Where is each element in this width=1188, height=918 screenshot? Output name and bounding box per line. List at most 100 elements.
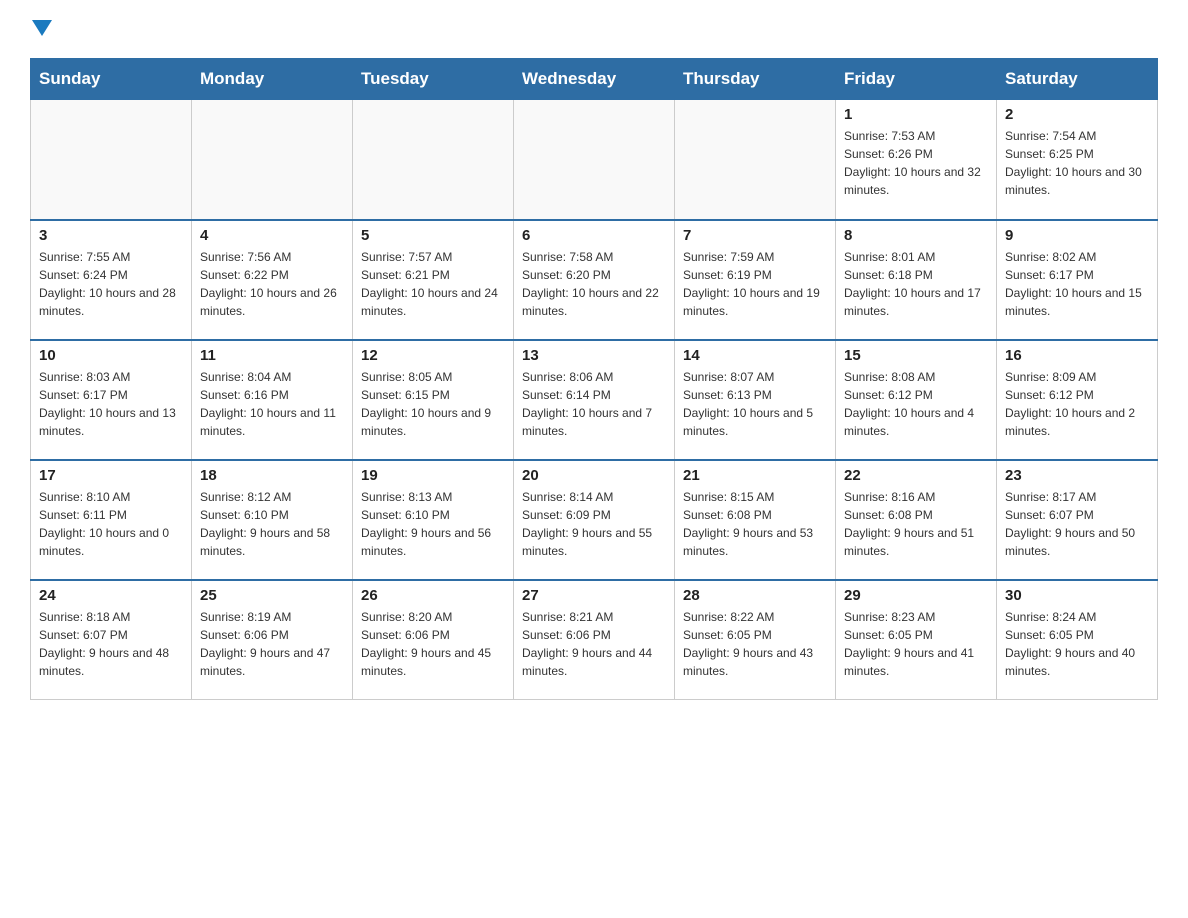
calendar-cell: 25 Sunrise: 8:19 AMSunset: 6:06 PMDayligh…: [192, 580, 353, 700]
calendar-cell: [675, 100, 836, 220]
day-header-wednesday: Wednesday: [514, 59, 675, 100]
cell-day-number: 1: [844, 106, 988, 123]
calendar-cell: 24 Sunrise: 8:18 AMSunset: 6:07 PMDayligh…: [31, 580, 192, 700]
cell-sun-info: Sunrise: 8:14 AMSunset: 6:09 PMDaylight:…: [522, 488, 666, 560]
calendar-cell: 26 Sunrise: 8:20 AMSunset: 6:06 PMDayligh…: [353, 580, 514, 700]
cell-sun-info: Sunrise: 7:58 AMSunset: 6:20 PMDaylight:…: [522, 248, 666, 320]
cell-sun-info: Sunrise: 8:03 AMSunset: 6:17 PMDaylight:…: [39, 368, 183, 440]
cell-sun-info: Sunrise: 8:05 AMSunset: 6:15 PMDaylight:…: [361, 368, 505, 440]
cell-sun-info: Sunrise: 8:18 AMSunset: 6:07 PMDaylight:…: [39, 608, 183, 680]
logo: [30, 20, 54, 40]
cell-sun-info: Sunrise: 8:06 AMSunset: 6:14 PMDaylight:…: [522, 368, 666, 440]
calendar-cell: 21Sunrise: 8:15 AMSunset: 6:08 PMDayligh…: [675, 460, 836, 580]
cell-day-number: 12: [361, 347, 505, 364]
calendar-cell: 11 Sunrise: 8:04 AMSunset: 6:16 PMDayligh…: [192, 340, 353, 460]
cell-sun-info: Sunrise: 8:15 AMSunset: 6:08 PMDaylight:…: [683, 488, 827, 560]
calendar-cell: 10 Sunrise: 8:03 AMSunset: 6:17 PMDayligh…: [31, 340, 192, 460]
cell-sun-info: Sunrise: 7:54 AMSunset: 6:25 PMDaylight:…: [1005, 127, 1149, 199]
cell-sun-info: Sunrise: 8:19 AMSunset: 6:06 PMDaylight:…: [200, 608, 344, 680]
calendar-cell: 12 Sunrise: 8:05 AMSunset: 6:15 PMDayligh…: [353, 340, 514, 460]
day-header-saturday: Saturday: [997, 59, 1158, 100]
cell-day-number: 24: [39, 587, 183, 604]
cell-sun-info: Sunrise: 8:12 AMSunset: 6:10 PMDaylight:…: [200, 488, 344, 560]
cell-sun-info: Sunrise: 8:21 AMSunset: 6:06 PMDaylight:…: [522, 608, 666, 680]
calendar-cell: 29 Sunrise: 8:23 AMSunset: 6:05 PMDayligh…: [836, 580, 997, 700]
day-header-tuesday: Tuesday: [353, 59, 514, 100]
calendar-cell: 17Sunrise: 8:10 AMSunset: 6:11 PMDayligh…: [31, 460, 192, 580]
calendar-cell: 20 Sunrise: 8:14 AMSunset: 6:09 PMDayligh…: [514, 460, 675, 580]
calendar-week-row: 24 Sunrise: 8:18 AMSunset: 6:07 PMDayligh…: [31, 580, 1158, 700]
calendar-cell: 2Sunrise: 7:54 AMSunset: 6:25 PMDaylight…: [997, 100, 1158, 220]
cell-day-number: 25: [200, 587, 344, 604]
calendar-cell: 4 Sunrise: 7:56 AMSunset: 6:22 PMDaylight…: [192, 220, 353, 340]
cell-sun-info: Sunrise: 8:24 AMSunset: 6:05 PMDaylight:…: [1005, 608, 1149, 680]
calendar-cell: [514, 100, 675, 220]
cell-sun-info: Sunrise: 8:09 AMSunset: 6:12 PMDaylight:…: [1005, 368, 1149, 440]
cell-sun-info: Sunrise: 8:23 AMSunset: 6:05 PMDaylight:…: [844, 608, 988, 680]
calendar-cell: [31, 100, 192, 220]
cell-day-number: 18: [200, 467, 344, 484]
calendar-cell: 28Sunrise: 8:22 AMSunset: 6:05 PMDayligh…: [675, 580, 836, 700]
day-header-sunday: Sunday: [31, 59, 192, 100]
cell-day-number: 4: [200, 227, 344, 244]
calendar-week-row: 1 Sunrise: 7:53 AMSunset: 6:26 PMDaylight…: [31, 100, 1158, 220]
calendar-cell: 5 Sunrise: 7:57 AMSunset: 6:21 PMDaylight…: [353, 220, 514, 340]
calendar-cell: 8 Sunrise: 8:01 AMSunset: 6:18 PMDaylight…: [836, 220, 997, 340]
calendar-cell: 22Sunrise: 8:16 AMSunset: 6:08 PMDayligh…: [836, 460, 997, 580]
cell-sun-info: Sunrise: 8:01 AMSunset: 6:18 PMDaylight:…: [844, 248, 988, 320]
cell-sun-info: Sunrise: 8:20 AMSunset: 6:06 PMDaylight:…: [361, 608, 505, 680]
calendar-cell: 16 Sunrise: 8:09 AMSunset: 6:12 PMDayligh…: [997, 340, 1158, 460]
page-header: [30, 20, 1158, 40]
cell-day-number: 11: [200, 347, 344, 364]
calendar-cell: 13 Sunrise: 8:06 AMSunset: 6:14 PMDayligh…: [514, 340, 675, 460]
calendar-cell: 18 Sunrise: 8:12 AMSunset: 6:10 PMDayligh…: [192, 460, 353, 580]
cell-sun-info: Sunrise: 8:04 AMSunset: 6:16 PMDaylight:…: [200, 368, 344, 440]
cell-day-number: 5: [361, 227, 505, 244]
cell-day-number: 29: [844, 587, 988, 604]
calendar-cell: 3Sunrise: 7:55 AMSunset: 6:24 PMDaylight…: [31, 220, 192, 340]
cell-sun-info: Sunrise: 7:56 AMSunset: 6:22 PMDaylight:…: [200, 248, 344, 320]
cell-sun-info: Sunrise: 7:57 AMSunset: 6:21 PMDaylight:…: [361, 248, 505, 320]
cell-day-number: 26: [361, 587, 505, 604]
cell-day-number: 20: [522, 467, 666, 484]
cell-day-number: 19: [361, 467, 505, 484]
cell-day-number: 13: [522, 347, 666, 364]
calendar-table: SundayMondayTuesdayWednesdayThursdayFrid…: [30, 58, 1158, 700]
calendar-cell: 7 Sunrise: 7:59 AMSunset: 6:19 PMDaylight…: [675, 220, 836, 340]
calendar-cell: [192, 100, 353, 220]
cell-day-number: 15: [844, 347, 988, 364]
calendar-cell: 27 Sunrise: 8:21 AMSunset: 6:06 PMDayligh…: [514, 580, 675, 700]
calendar-week-row: 10 Sunrise: 8:03 AMSunset: 6:17 PMDayligh…: [31, 340, 1158, 460]
cell-day-number: 6: [522, 227, 666, 244]
cell-sun-info: Sunrise: 8:16 AMSunset: 6:08 PMDaylight:…: [844, 488, 988, 560]
cell-sun-info: Sunrise: 8:07 AMSunset: 6:13 PMDaylight:…: [683, 368, 827, 440]
cell-day-number: 14: [683, 347, 827, 364]
calendar-cell: 30 Sunrise: 8:24 AMSunset: 6:05 PMDayligh…: [997, 580, 1158, 700]
cell-day-number: 8: [844, 227, 988, 244]
calendar-header-row: SundayMondayTuesdayWednesdayThursdayFrid…: [31, 59, 1158, 100]
cell-sun-info: Sunrise: 7:59 AMSunset: 6:19 PMDaylight:…: [683, 248, 827, 320]
cell-sun-info: Sunrise: 7:53 AMSunset: 6:26 PMDaylight:…: [844, 127, 988, 199]
day-header-thursday: Thursday: [675, 59, 836, 100]
calendar-cell: [353, 100, 514, 220]
cell-day-number: 23: [1005, 467, 1149, 484]
calendar-cell: 19Sunrise: 8:13 AMSunset: 6:10 PMDayligh…: [353, 460, 514, 580]
cell-sun-info: Sunrise: 8:22 AMSunset: 6:05 PMDaylight:…: [683, 608, 827, 680]
cell-day-number: 9: [1005, 227, 1149, 244]
cell-day-number: 10: [39, 347, 183, 364]
calendar-cell: 14 Sunrise: 8:07 AMSunset: 6:13 PMDayligh…: [675, 340, 836, 460]
calendar-week-row: 17Sunrise: 8:10 AMSunset: 6:11 PMDayligh…: [31, 460, 1158, 580]
cell-sun-info: Sunrise: 8:17 AMSunset: 6:07 PMDaylight:…: [1005, 488, 1149, 560]
cell-day-number: 27: [522, 587, 666, 604]
day-header-friday: Friday: [836, 59, 997, 100]
cell-day-number: 16: [1005, 347, 1149, 364]
day-header-monday: Monday: [192, 59, 353, 100]
calendar-cell: 15 Sunrise: 8:08 AMSunset: 6:12 PMDayligh…: [836, 340, 997, 460]
cell-sun-info: Sunrise: 8:02 AMSunset: 6:17 PMDaylight:…: [1005, 248, 1149, 320]
cell-day-number: 3: [39, 227, 183, 244]
cell-day-number: 7: [683, 227, 827, 244]
calendar-cell: 1 Sunrise: 7:53 AMSunset: 6:26 PMDaylight…: [836, 100, 997, 220]
cell-day-number: 30: [1005, 587, 1149, 604]
cell-sun-info: Sunrise: 8:10 AMSunset: 6:11 PMDaylight:…: [39, 488, 183, 560]
cell-sun-info: Sunrise: 8:08 AMSunset: 6:12 PMDaylight:…: [844, 368, 988, 440]
